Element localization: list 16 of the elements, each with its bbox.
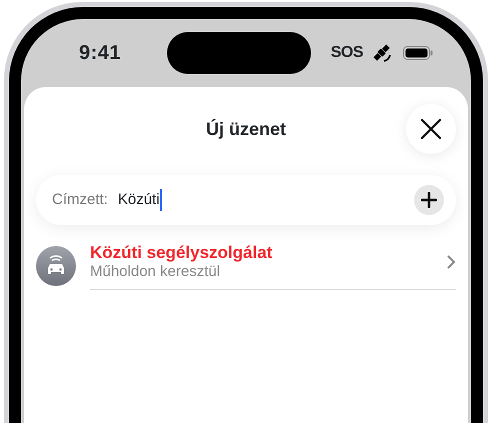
chevron-icon [447,254,456,268]
field-value: Közúti [118,189,162,211]
plus-icon [421,192,437,208]
satellite-icon [371,42,393,64]
contact-subtitle: Műholdon keresztül [90,263,222,281]
battery-icon [403,46,433,60]
field-label: Címzett: [52,190,108,210]
add-button[interactable] [414,185,444,215]
recipient-field[interactable]: Címzett: Közúti [36,175,456,225]
contact-name: Közúti segélyszolgálat [90,242,272,263]
sos-indicator: SOS [330,43,363,63]
car-icon [36,246,76,286]
close-icon [420,118,442,140]
contact-row[interactable]: Közúti segélyszolgálat Műholdon keresztül [90,242,456,290]
sheet-title: Új üzenet [206,118,286,141]
status-time: 9:41 [79,41,122,66]
